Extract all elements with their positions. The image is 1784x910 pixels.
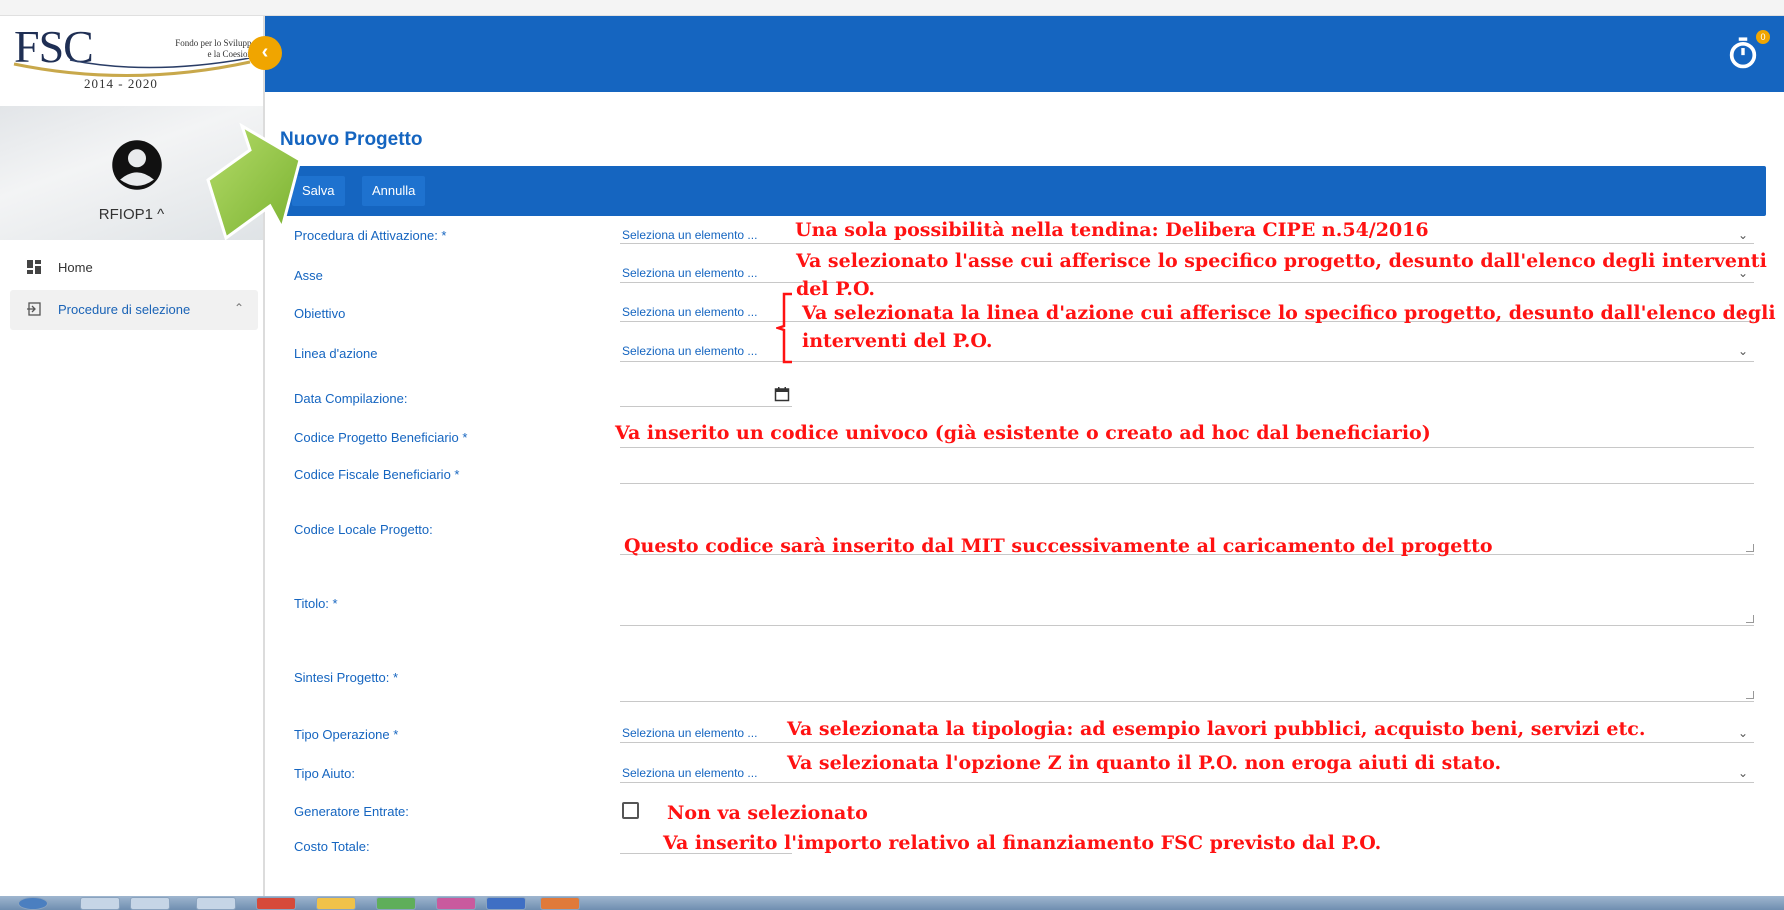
os-taskbar <box>0 896 1784 910</box>
data-label: Data Compilazione: <box>294 391 408 406</box>
annotation-costo: Va inserito l'importo relativo al finanz… <box>663 832 1382 854</box>
tipo-aiuto-label: Tipo Aiuto: <box>294 766 355 781</box>
procedura-select[interactable] <box>620 242 1754 244</box>
chevron-left-icon: ‹ <box>261 41 269 63</box>
annotation-generatore: Non va selezionato <box>667 802 868 824</box>
logo-subtitle: Fondo per lo Sviluppo e la Coesione <box>96 38 256 60</box>
taskbar-app-icon[interactable] <box>376 897 416 910</box>
generatore-checkbox[interactable] <box>622 802 639 819</box>
logo-subtitle-line1: Fondo per lo Sviluppo <box>175 38 256 48</box>
login-icon <box>27 302 41 316</box>
stopwatch-icon[interactable] <box>1726 36 1760 70</box>
bracket-icon <box>776 292 792 364</box>
start-button[interactable] <box>18 897 48 910</box>
chevron-down-icon: ⌄ <box>1737 726 1748 740</box>
codice-fiscale-label: Codice Fiscale Beneficiario * <box>294 467 460 482</box>
taskbar-app-icon[interactable] <box>130 897 170 910</box>
chevron-down-icon: ⌄ <box>1737 228 1748 242</box>
collapse-sidebar-button[interactable]: ‹ <box>248 36 282 70</box>
username: RFIOP1 <box>98 206 153 223</box>
sintesi-textarea[interactable] <box>620 642 1754 702</box>
codice-progetto-input[interactable] <box>620 446 1754 448</box>
annotation-arrow-icon <box>206 122 302 241</box>
annotation-linea-line2: interventi del P.O. <box>802 330 993 352</box>
asse-select[interactable] <box>620 281 1754 283</box>
sidebar-item-label: Procedure di selezione <box>58 302 191 317</box>
taskbar-app-icon[interactable] <box>256 897 296 910</box>
resize-handle-icon[interactable] <box>1746 615 1754 623</box>
chevron-up-icon: ⌃ <box>233 301 244 315</box>
logo-years: 2014 - 2020 <box>84 76 158 91</box>
taskbar-app-icon[interactable] <box>316 897 356 910</box>
taskbar-app-icon[interactable] <box>540 897 580 910</box>
obiettivo-label: Obiettivo <box>294 306 346 321</box>
annotation-tipo-operazione: Va selezionata la tipologia: ad esempio … <box>787 718 1646 740</box>
annotation-codice-locale: Questo codice sarà inserito dal MIT succ… <box>624 535 1493 557</box>
annotation-linea-line1: Va selezionata la linea d'azione cui aff… <box>802 302 1776 324</box>
asse-label: Asse <box>294 268 323 283</box>
procedura-placeholder: Seleziona un elemento ... <box>622 228 758 242</box>
linea-label: Linea d'azione <box>294 346 378 361</box>
fsc-logo[interactable]: FSC Fondo per lo Sviluppo e la Coesione … <box>10 20 256 106</box>
titolo-label: Titolo: * <box>294 596 338 611</box>
taskbar-app-icon[interactable] <box>486 897 526 910</box>
codice-locale-label: Codice Locale Progetto: <box>294 522 433 537</box>
resize-handle-icon[interactable] <box>1746 544 1754 552</box>
annotation-procedura: Una sola possibilità nella tendina: Deli… <box>795 219 1429 241</box>
tipo-aiuto-select[interactable] <box>620 781 1754 783</box>
annotation-tipo-aiuto: Va selezionata l'opzione Z in quanto il … <box>787 752 1502 774</box>
tipo-aiuto-placeholder: Seleziona un elemento ... <box>622 766 758 780</box>
sidebar-item-procedure[interactable]: Procedure di selezione ⌃ <box>10 290 258 330</box>
logo-subtitle-line2: e la Coesione <box>207 49 257 59</box>
account-circle-icon <box>112 140 162 190</box>
chevron-down-icon: ⌄ <box>1737 766 1748 780</box>
codice-fiscale-input[interactable] <box>620 482 1754 484</box>
data-input[interactable] <box>620 405 792 407</box>
browser-strip <box>0 0 1784 16</box>
generatore-label: Generatore Entrate: <box>294 804 409 819</box>
tipo-operazione-select[interactable] <box>620 741 1754 743</box>
sintesi-label: Sintesi Progetto: * <box>294 670 399 685</box>
taskbar-app-icon[interactable] <box>196 897 236 910</box>
calendar-icon[interactable] <box>774 386 790 402</box>
taskbar-app-icon[interactable] <box>80 897 120 910</box>
procedura-label: Procedura di Attivazione: * <box>294 228 447 243</box>
cancel-button[interactable]: Annulla <box>362 176 426 206</box>
asse-placeholder: Seleziona un elemento ... <box>622 266 758 280</box>
annotation-asse-line2: del P.O. <box>796 278 876 300</box>
obiettivo-placeholder: Seleziona un elemento ... <box>622 305 758 319</box>
sidebar-item-label: Home <box>58 260 93 275</box>
chevron-up-icon: ^ <box>157 206 165 223</box>
form-toolbar: Salva Annulla <box>282 166 1766 216</box>
app-header: 0 <box>265 16 1784 92</box>
resize-handle-icon[interactable] <box>1746 691 1754 699</box>
notification-badge: 0 <box>1756 30 1770 44</box>
costo-label: Costo Totale: <box>294 839 370 854</box>
linea-placeholder: Seleziona un elemento ... <box>622 344 758 358</box>
chevron-down-icon: ⌄ <box>1737 344 1748 358</box>
dashboard-icon <box>27 260 41 274</box>
taskbar-app-icon[interactable] <box>436 897 476 910</box>
titolo-textarea[interactable] <box>620 570 1754 626</box>
annotation-codice-progetto: Va inserito un codice univoco (già esist… <box>615 422 1431 444</box>
tipo-operazione-label: Tipo Operazione * <box>294 727 399 742</box>
tipo-operazione-placeholder: Seleziona un elemento ... <box>622 726 758 740</box>
codice-progetto-label: Codice Progetto Beneficiario * <box>294 430 468 445</box>
annotation-asse-line1: Va selezionato l'asse cui afferisce lo s… <box>796 250 1767 272</box>
